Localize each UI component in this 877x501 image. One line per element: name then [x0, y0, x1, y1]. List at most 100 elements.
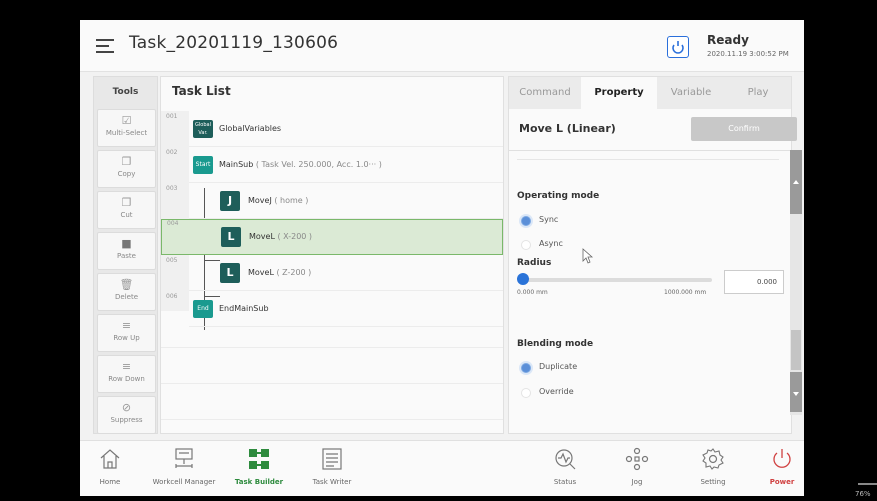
nav-label: Home [99, 478, 121, 486]
row-down-button[interactable]: ≡ Row Down [97, 355, 156, 393]
radio-label: Sync [539, 215, 559, 224]
gear-icon [702, 448, 724, 470]
line-number-column [161, 111, 189, 311]
delete-button[interactable]: 🗑 Delete [97, 273, 156, 311]
movel-badge-icon: L [221, 227, 241, 247]
robot-teach-pendant-screen: Task_20201119_130606 Ready 2020.11.19 3:… [80, 20, 804, 496]
command-text: MoveL ( Z-200 ) [248, 268, 311, 277]
nav-label: Power [769, 478, 795, 486]
row-up-button[interactable]: ≡ Row Up [97, 314, 156, 352]
cut-button[interactable]: ❐ Cut [97, 191, 156, 229]
task-row[interactable]: Start MainSub ( Task Vel. 250.000, Acc. … [189, 147, 503, 183]
trash-icon: 🗑 [119, 278, 134, 291]
line-number: 005 [166, 257, 178, 264]
scroll-up-button[interactable] [790, 150, 802, 214]
task-row[interactable]: J MoveJ ( home ) [189, 183, 503, 219]
tools-title: Tools [112, 87, 139, 97]
command-name: EndMainSub [219, 304, 269, 313]
zoom-indicator-bar [858, 483, 877, 485]
line-number: 006 [166, 293, 178, 300]
tool-label: Paste [117, 252, 136, 260]
multi-select-button[interactable]: ☑ Multi-Select [97, 109, 156, 147]
property-panel: Command Property Variable Play Move L (L… [508, 76, 797, 434]
command-text: MoveJ ( home ) [248, 196, 308, 205]
tab-play[interactable]: Play [725, 77, 791, 109]
copy-icon: ❐ [121, 155, 132, 168]
command-name: MoveL [249, 232, 275, 241]
nav-label: Task Builder [234, 478, 284, 486]
confirm-button[interactable]: Confirm [691, 117, 797, 141]
task-writer-icon [322, 448, 342, 470]
movej-badge-icon: J [220, 191, 240, 211]
command-name: MainSub [219, 160, 254, 169]
scroll-thumb[interactable] [791, 330, 801, 370]
radius-max-label: 1000.000 mm [664, 289, 707, 296]
robot-status-text: Ready [707, 33, 749, 47]
radio-dot [521, 240, 531, 250]
task-row[interactable]: Global Var. GlobalVariables [189, 111, 503, 147]
nav-label: Task Writer [312, 478, 352, 486]
suppress-button[interactable]: ⊘ Suppress [97, 396, 156, 434]
header-bar: Task_20201119_130606 Ready 2020.11.19 3:… [80, 20, 804, 72]
radio-label: Duplicate [539, 362, 578, 371]
nav-status[interactable]: Status [540, 441, 590, 496]
tool-label: Copy [117, 170, 136, 178]
end-badge-icon: End [193, 300, 213, 318]
property-scrollbar[interactable] [790, 150, 802, 415]
tool-label: Suppress [110, 416, 143, 424]
divider [509, 150, 791, 151]
radio-label: Async [539, 239, 563, 248]
task-row[interactable]: End EndMainSub [189, 291, 503, 327]
suppress-icon: ⊘ [121, 401, 132, 414]
nav-label: Status [553, 478, 577, 486]
nav-label: Jog [631, 478, 643, 486]
radius-slider-thumb[interactable] [517, 273, 529, 285]
panel-tabs: Command Property Variable Play [509, 77, 791, 109]
nav-setting[interactable]: Setting [688, 441, 738, 496]
home-icon [100, 449, 120, 469]
menu-icon[interactable] [96, 37, 114, 53]
paste-button[interactable]: ■ Paste [97, 232, 156, 270]
radius-input[interactable]: 0.000 [724, 270, 784, 294]
multi-select-icon: ☑ [121, 114, 132, 127]
scroll-down-button[interactable] [790, 372, 802, 412]
divider [517, 159, 779, 160]
command-param: ( X-200 ) [277, 232, 313, 241]
chevron-down-icon [793, 392, 799, 396]
command-text: MoveL ( X-200 ) [249, 232, 312, 241]
robot-status-icon[interactable] [667, 36, 689, 58]
cut-icon: ❐ [121, 196, 132, 209]
tab-command[interactable]: Command [509, 77, 581, 109]
command-name: MoveJ [248, 196, 272, 205]
workcell-icon [175, 448, 193, 468]
tool-label: Row Down [108, 375, 145, 383]
row-divider [161, 419, 503, 420]
nav-task-writer[interactable]: Task Writer [302, 441, 362, 496]
command-text: MainSub ( Task Vel. 250.000, Acc. 1.0···… [219, 160, 382, 169]
nav-jog[interactable]: Jog [612, 441, 662, 496]
radius-slider[interactable] [522, 278, 712, 282]
nav-task-builder[interactable]: Task Builder [228, 441, 290, 496]
bottom-navigation: Home Workcell Manager Task Builder Task … [80, 440, 804, 496]
radio-dot-selected [521, 216, 531, 226]
power-icon [773, 449, 791, 468]
nav-power[interactable]: Power [764, 441, 800, 496]
tool-label: Multi-Select [105, 129, 148, 137]
task-row[interactable]: L MoveL ( Z-200 ) [189, 255, 503, 291]
start-badge-icon: Start [193, 156, 213, 174]
nav-workcell-manager[interactable]: Workcell Manager [142, 441, 226, 496]
jog-icon [625, 447, 649, 471]
command-param: ( Task Vel. 250.000, Acc. 1.0··· ) [255, 160, 382, 169]
movel-badge-icon: L [220, 263, 240, 283]
status-timestamp: 2020.11.19 3:00:52 PM [707, 50, 789, 58]
row-divider [161, 383, 503, 384]
nav-home[interactable]: Home [88, 441, 132, 496]
status-icon [555, 449, 576, 470]
task-row-selected[interactable]: 004 L MoveL ( X-200 ) [161, 219, 503, 255]
tab-property[interactable]: Property [581, 77, 657, 109]
command-name: MoveL [248, 268, 274, 277]
command-name: GlobalVariables [219, 124, 282, 133]
copy-button[interactable]: ❐ Copy [97, 150, 156, 188]
tab-variable[interactable]: Variable [657, 77, 725, 109]
nav-label: Workcell Manager [152, 478, 216, 486]
